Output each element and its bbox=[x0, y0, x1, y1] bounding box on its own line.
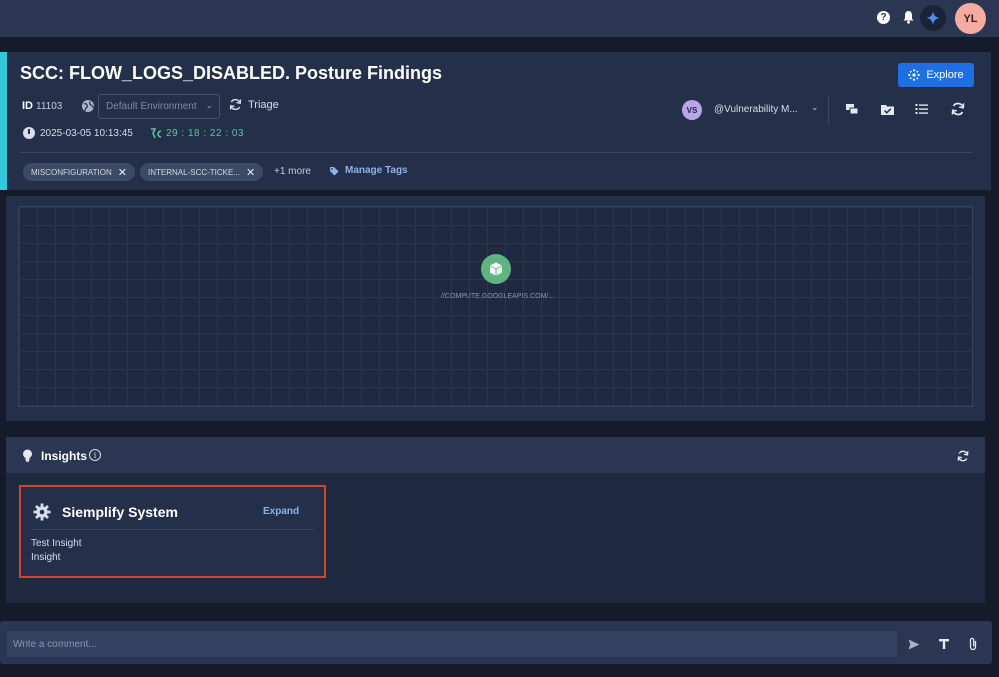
more-tags-link[interactable]: +1 more bbox=[274, 166, 311, 177]
insight-type: Insight bbox=[31, 552, 61, 563]
lightbulb-icon bbox=[22, 449, 33, 462]
manage-tags-button[interactable]: Manage Tags bbox=[329, 165, 408, 176]
paperclip-icon[interactable] bbox=[966, 637, 980, 651]
divider bbox=[828, 95, 829, 125]
environment-icon bbox=[81, 99, 95, 113]
help-icon[interactable]: ? bbox=[877, 11, 890, 24]
environment-select[interactable]: Default Environment ⌄ bbox=[98, 94, 220, 119]
stage-label: Triage bbox=[248, 98, 279, 111]
close-case-icon[interactable] bbox=[879, 101, 895, 117]
insights-title: Insights bbox=[41, 449, 88, 463]
top-bar: ? YL bbox=[0, 0, 999, 37]
entity-graph[interactable]: //COMPUTE.GOOGLEAPIS.COM/... bbox=[18, 206, 973, 407]
insight-source: Siemplify System bbox=[62, 504, 178, 520]
divider bbox=[20, 152, 973, 153]
explore-icon bbox=[908, 69, 921, 81]
insights-header: Insights i bbox=[6, 437, 985, 473]
chevron-down-icon: ⌄ bbox=[205, 100, 213, 110]
explore-button[interactable]: Explore bbox=[898, 63, 974, 87]
sla-timer-icon bbox=[150, 128, 162, 141]
clock-icon bbox=[23, 127, 35, 139]
insights-panel: Insights i Siemplify System Expand Test … bbox=[6, 437, 985, 603]
created-date: 2025-03-05 10:13:45 bbox=[40, 128, 133, 139]
info-icon[interactable]: i bbox=[89, 449, 101, 461]
cube-icon bbox=[490, 262, 502, 276]
chat-icon[interactable] bbox=[844, 101, 860, 117]
entity-node-label: //COMPUTE.GOOGLEAPIS.COM/... bbox=[441, 293, 555, 300]
list-icon[interactable] bbox=[914, 101, 930, 117]
chevron-down-icon[interactable]: ⌄ bbox=[811, 102, 819, 113]
insight-title: Test Insight bbox=[31, 538, 82, 549]
text-format-icon[interactable] bbox=[937, 637, 951, 651]
divider bbox=[31, 529, 314, 530]
case-title: SCC: FLOW_LOGS_DISABLED. Posture Finding… bbox=[20, 63, 443, 83]
assignee-select[interactable]: @Vulnerability M... bbox=[714, 104, 798, 115]
manage-tags-label: Manage Tags bbox=[345, 165, 408, 176]
close-icon[interactable]: ✕ bbox=[246, 166, 255, 179]
tag-chip: INTERNAL-SCC-TICKE... ✕ bbox=[140, 163, 264, 181]
bell-icon[interactable] bbox=[902, 10, 915, 24]
insight-card: Siemplify System Expand Test Insight Ins… bbox=[19, 485, 326, 578]
stage-triage[interactable]: Triage bbox=[229, 98, 279, 111]
tag-icon bbox=[330, 166, 339, 175]
ai-sparkle-icon[interactable] bbox=[920, 5, 946, 31]
tag-label: INTERNAL-SCC-TICKE... bbox=[148, 167, 241, 177]
comment-input[interactable] bbox=[7, 631, 897, 657]
expand-button[interactable]: Expand bbox=[263, 506, 299, 517]
send-icon[interactable] bbox=[907, 637, 921, 651]
refresh-icon[interactable] bbox=[950, 101, 966, 117]
entity-node[interactable] bbox=[481, 254, 511, 284]
sla-timer: 29 : 18 : 22 : 03 bbox=[166, 128, 244, 139]
tag-chip: MISCONFIGURATION ✕ bbox=[23, 163, 135, 181]
case-id-value: 11103 bbox=[36, 101, 63, 112]
refresh-icon[interactable] bbox=[957, 449, 969, 462]
environment-value: Default Environment bbox=[106, 101, 197, 112]
assignee-avatar: VS bbox=[682, 100, 702, 120]
close-icon[interactable]: ✕ bbox=[118, 166, 127, 179]
gear-icon bbox=[33, 503, 51, 521]
user-avatar[interactable]: YL bbox=[955, 3, 986, 34]
case-id: ID 11103 bbox=[22, 100, 63, 112]
comment-bar bbox=[0, 621, 992, 664]
tag-label: MISCONFIGURATION bbox=[31, 167, 112, 177]
entity-graph-panel: //COMPUTE.GOOGLEAPIS.COM/... bbox=[6, 196, 985, 421]
explore-label: Explore bbox=[926, 69, 964, 81]
sync-icon bbox=[229, 98, 242, 111]
case-header: SCC: FLOW_LOGS_DISABLED. Posture Finding… bbox=[0, 52, 991, 190]
